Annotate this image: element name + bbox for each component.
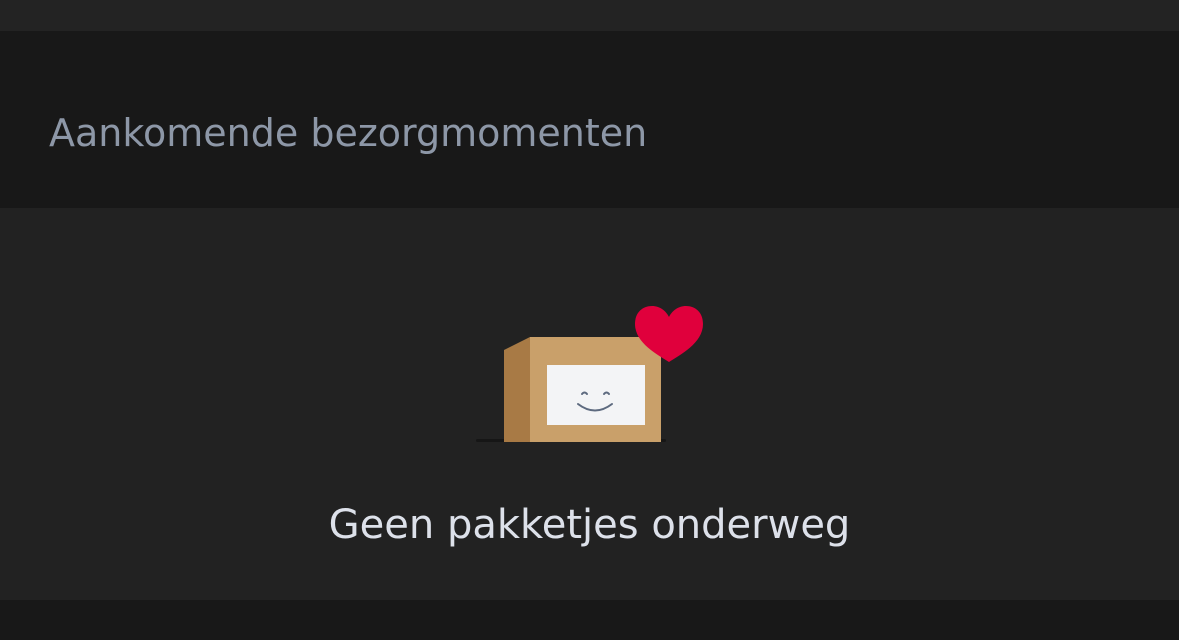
top-strip: [0, 0, 1179, 31]
box-label: [547, 365, 645, 425]
bottom-strip: [0, 600, 1179, 640]
box-side: [504, 337, 530, 442]
section-title: Aankomende bezorgmomenten: [49, 111, 648, 155]
package-box-icon: [504, 337, 661, 442]
empty-package-illustration: [476, 306, 703, 442]
empty-state-message: Geen pakketjes onderweg: [328, 502, 851, 548]
